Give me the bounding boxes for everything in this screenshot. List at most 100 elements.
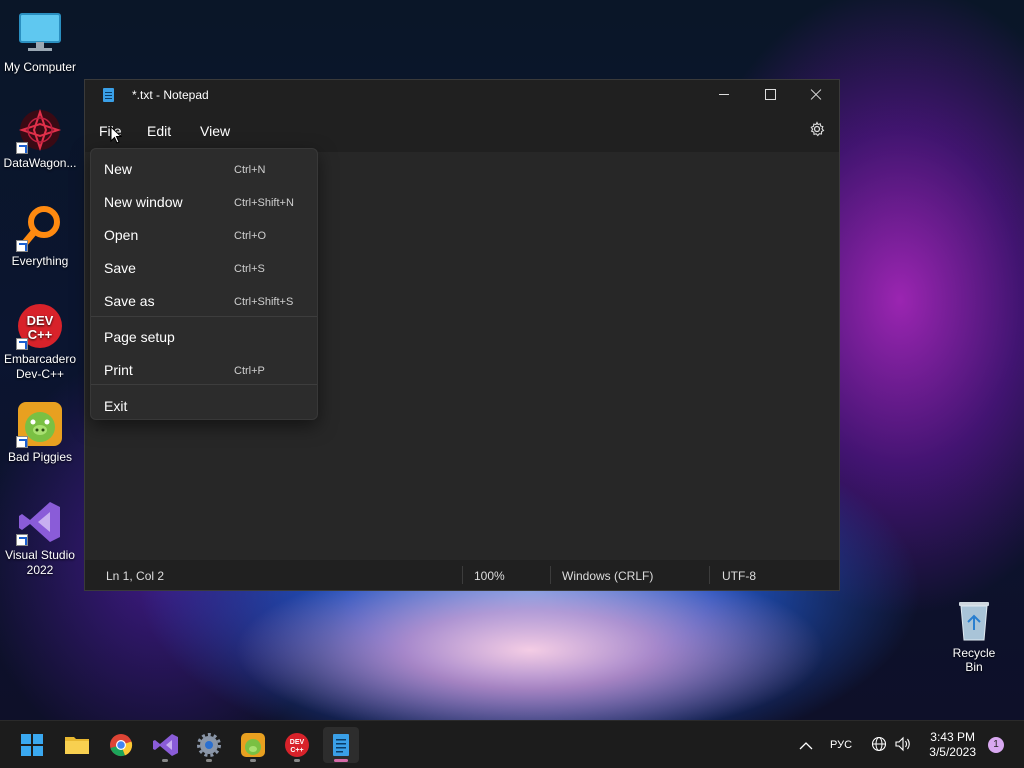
menu-item-exit[interactable]: Exit (91, 389, 317, 419)
menu-separator (91, 316, 317, 317)
clock-date: 3/5/2023 (929, 745, 976, 759)
running-indicator (206, 759, 212, 762)
svg-text:DEV: DEV (27, 313, 54, 328)
menu-item-label: Open (104, 227, 139, 243)
taskbar-chrome[interactable] (103, 727, 139, 763)
chevron-up-icon[interactable] (799, 738, 813, 750)
search-magnifier-icon (16, 204, 64, 252)
clock-time: 3:43 PM (930, 730, 975, 744)
taskbar-devcpp[interactable]: DEV C++ (279, 727, 315, 763)
menu-item-label: Page setup (104, 329, 175, 345)
system-clock[interactable]: 3:43 PM 3/5/2023 (929, 730, 976, 760)
taskbar-bad-piggies[interactable] (235, 727, 271, 763)
menu-item-shortcut: Ctrl+S (234, 263, 265, 275)
maximize-button[interactable] (747, 80, 793, 110)
taskbar: DEV C++ РУС 3:43 PM 3/5/2023 1 (0, 720, 1024, 768)
network-globe-icon[interactable] (871, 736, 887, 752)
desktop-icon-label: Everything (11, 254, 69, 268)
bad-piggies-icon (16, 400, 64, 448)
desktop-icon-visual-studio[interactable]: Visual Studio 2022 (0, 498, 80, 578)
visual-studio-icon (16, 498, 64, 546)
menu-item-new[interactable]: New Ctrl+N (91, 152, 317, 182)
window-title: *.txt - Notepad (132, 88, 209, 102)
taskbar-visual-studio[interactable] (147, 727, 183, 763)
close-button[interactable] (793, 80, 839, 110)
shortcut-arrow-icon (16, 534, 28, 546)
desktop-icon-label: DataWagon... (3, 156, 77, 170)
notepad-icon (103, 88, 114, 102)
desktop-icon-label: My Computer (3, 60, 77, 74)
desktop-icon-recycle-bin[interactable]: Recycle Bin (944, 598, 1004, 674)
encoding: UTF-8 (722, 569, 756, 583)
datawagon-icon (16, 106, 64, 154)
status-divider (462, 566, 463, 584)
status-divider (709, 566, 710, 584)
bad-piggies-icon (241, 733, 265, 757)
mouse-pointer-icon (110, 125, 123, 144)
cursor-position: Ln 1, Col 2 (106, 569, 165, 583)
menu-item-open[interactable]: Open Ctrl+O (91, 218, 317, 248)
desktop-icon-my-computer[interactable]: My Computer (0, 10, 80, 75)
settings-icon (197, 733, 221, 757)
menu-item-save-as[interactable]: Save as Ctrl+Shift+S (91, 284, 317, 314)
running-indicator (294, 759, 300, 762)
desktop-icon-label: Embarcadero Dev-C++ (3, 352, 77, 381)
gear-icon[interactable] (809, 121, 825, 137)
running-indicator (162, 759, 168, 762)
menu-item-label: Save as (104, 293, 155, 309)
shortcut-arrow-icon (16, 338, 28, 350)
menu-item-shortcut: Ctrl+Shift+S (234, 296, 294, 308)
desktop-icon-devcpp[interactable]: DEV C++ Embarcadero Dev-C++ (0, 302, 80, 382)
desktop-icon-bad-piggies[interactable]: Bad Piggies (0, 400, 80, 465)
title-bar[interactable]: *.txt - Notepad (85, 80, 839, 110)
menu-item-shortcut: Ctrl+N (234, 164, 266, 176)
menu-item-label: New (104, 161, 133, 177)
notification-badge[interactable]: 1 (988, 737, 1004, 753)
start-button[interactable] (14, 727, 50, 763)
taskbar-settings[interactable] (191, 727, 227, 763)
volume-icon[interactable] (894, 736, 912, 752)
running-indicator (334, 759, 348, 762)
desktop-icon-datawagon[interactable]: DataWagon... (0, 106, 80, 171)
menu-item-shortcut: Ctrl+Shift+N (234, 197, 294, 209)
visual-studio-icon (153, 734, 178, 756)
svg-text:C++: C++ (290, 747, 303, 754)
menu-item-label: Print (104, 362, 133, 378)
desktop-icon-everything[interactable]: Everything (0, 204, 80, 269)
start-icon (21, 734, 43, 756)
menu-item-print[interactable]: Print Ctrl+P (91, 353, 317, 383)
status-divider (550, 566, 551, 584)
menu-edit[interactable]: Edit (143, 121, 175, 141)
menu-separator (91, 384, 317, 385)
menu-view[interactable]: View (196, 121, 234, 141)
menu-item-page-setup[interactable]: Page setup (91, 320, 317, 350)
notepad-icon (333, 734, 349, 756)
devcpp-icon: DEV C++ (16, 302, 64, 350)
menu-bar: File Edit View (85, 110, 839, 150)
menu-item-new-window[interactable]: New window Ctrl+Shift+N (91, 185, 317, 215)
taskbar-file-explorer[interactable] (59, 727, 95, 763)
minimize-button[interactable] (701, 80, 747, 110)
file-dropdown-menu: New Ctrl+N New window Ctrl+Shift+N Open … (90, 148, 318, 420)
menu-item-label: New window (104, 194, 183, 210)
running-indicator (250, 759, 256, 762)
line-ending: Windows (CRLF) (562, 569, 654, 583)
menu-item-save[interactable]: Save Ctrl+S (91, 251, 317, 281)
shortcut-arrow-icon (16, 240, 28, 252)
desktop-icon-label: Visual Studio 2022 (5, 548, 75, 577)
desktop-icon-label: Bad Piggies (7, 450, 73, 464)
zoom-level: 100% (474, 569, 505, 583)
recycle-bin-label: Recycle Bin (952, 646, 996, 674)
recycle-bin-icon (954, 598, 994, 642)
menu-item-label: Save (104, 260, 136, 276)
menu-item-label: Exit (104, 398, 128, 414)
shortcut-arrow-icon (16, 436, 28, 448)
chrome-icon (110, 734, 133, 757)
status-bar: Ln 1, Col 2 100% Windows (CRLF) UTF-8 (85, 560, 839, 590)
devcpp-icon: DEV C++ (285, 733, 309, 757)
menu-item-shortcut: Ctrl+P (234, 365, 265, 377)
menu-item-shortcut: Ctrl+O (234, 230, 267, 242)
svg-text:C++: C++ (28, 327, 53, 342)
taskbar-notepad[interactable] (323, 727, 359, 763)
input-language[interactable]: РУС (830, 739, 852, 751)
